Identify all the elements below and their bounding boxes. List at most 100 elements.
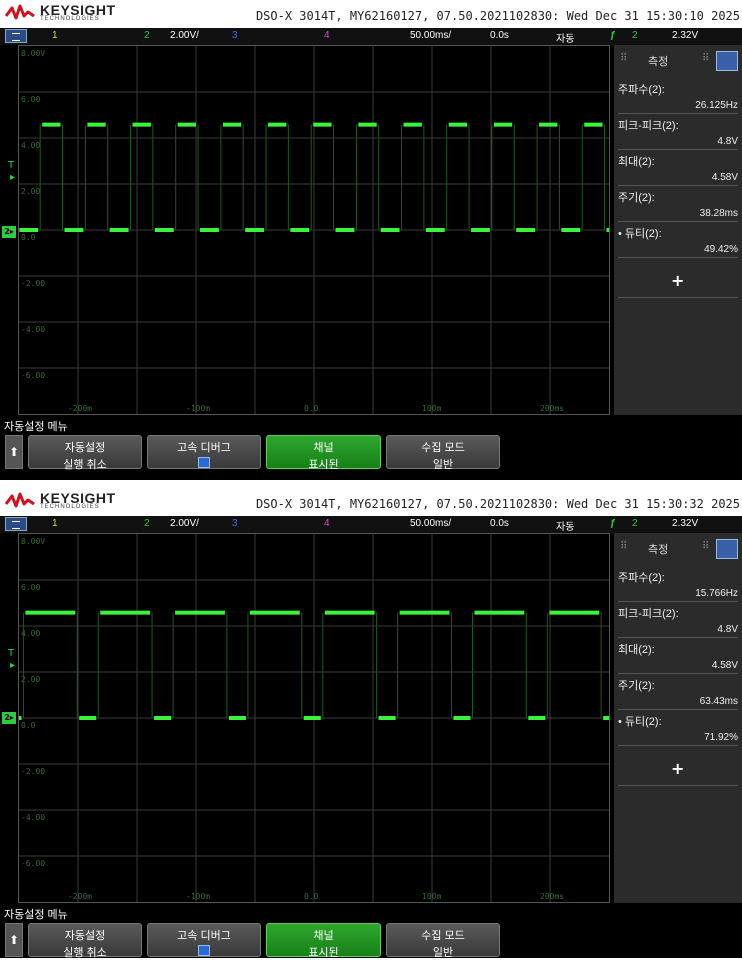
divider [618,257,738,258]
x-tick-label: 200ms [540,892,564,901]
measurement-duty[interactable]: • 듀티(2): 49.42% [618,225,738,255]
measure-value: 15.766Hz [695,588,738,599]
divider [618,185,738,186]
add-measurement-icon[interactable]: + [671,271,684,290]
measurement-maximum[interactable]: 최대(2): 4.58V [618,153,738,183]
x-tick-label: 100m [422,404,441,413]
channel-3-label[interactable]: 3 [232,518,238,529]
softkey-line1: 고속 디버그 [177,442,231,454]
y-tick-label: 2.00 [21,187,40,196]
softkey-bar: 자동설정 메뉴 ⬆ 자동설정 실행 취소 고속 디버그 채널 표시된 수집 모드… [0,415,742,480]
menu-back-button[interactable]: ⬆ [5,923,23,957]
measurement-frequency[interactable]: 주파수(2): 15.766Hz [618,569,738,599]
softkey-bar: 자동설정 메뉴 ⬆ 자동설정 실행 취소 고속 디버그 채널 표시된 수집 모드… [0,903,742,959]
measurement-period[interactable]: 주기(2): 38.28ms [618,189,738,219]
acquisition-mode-button[interactable]: 수집 모드 일반 [386,923,500,959]
trigger-level-marker: T [8,160,15,171]
trigger-level: 2.32V [672,518,699,529]
menu-back-button[interactable]: ⬆ [5,435,23,469]
main-menu-icon[interactable] [5,517,27,531]
trigger-mode: 자동 [556,522,575,533]
divider [618,785,738,786]
x-tick-label: 200ms [540,404,564,413]
fast-debug-button[interactable]: 고속 디버그 [147,923,261,957]
measurement-panel: ⠿ 측정 ⠿ 주파수(2): 26.125Hz 피크-피크(2): 4.8V 최… [614,45,742,415]
waveform-grid[interactable]: 8.00V 6.00 4.00 2.00 0.0 -2.00 -4.00 -6.00 -200m… [18,533,610,903]
divider [618,149,738,150]
channel-3-label[interactable]: 3 [232,30,238,41]
measurement-maximum[interactable]: 최대(2): 4.58V [618,641,738,671]
divider [618,601,738,602]
measurement-frequency[interactable]: 주파수(2): 26.125Hz [618,81,738,111]
measurement-peak-to-peak[interactable]: 피크-피크(2): 4.8V [618,117,738,147]
status-bar: 1 2 2.00V/ 3 4 50.00ms/ 0.0s 자동 ƒ 2 2.32… [0,516,742,533]
channel-4-label[interactable]: 4 [324,518,330,529]
x-tick-label: -100m [186,892,210,901]
panel-drag-icon-2[interactable]: ⠿ [702,541,709,552]
panel-drag-icon[interactable]: ⠿ [620,53,627,64]
y-tick-label: 0.0 [21,233,36,242]
y-tick-label: 4.00 [21,141,40,150]
channel-1-label[interactable]: 1 [52,30,58,41]
timebase-value: 50.00ms/ [410,518,452,529]
channels-displayed-button[interactable]: 채널 표시된 [266,435,381,471]
brand-subtitle: TECHNOLOGIES [40,16,100,22]
y-tick-label: 6.00 [21,583,40,592]
undo-autoscale-button[interactable]: 자동설정 실행 취소 [28,923,142,959]
channel-1-label[interactable]: 1 [52,518,58,529]
channel-4-label[interactable]: 4 [324,30,330,41]
y-tick-label: 0.0 [21,721,36,730]
header-bar: KEYSIGHT TECHNOLOGIES DSO-X 3014T, MY621… [0,488,742,516]
softkey-line1: 수집 모드 [421,442,465,454]
waveform-svg: 8.00V 6.00 4.00 2.00 0.0 -2.00 -4.00 -6.00 -200m… [19,534,609,902]
y-tick-label: 8.00V [21,49,45,58]
channel-2-ground-marker[interactable]: 2▸ [2,226,16,238]
measurement-period[interactable]: 주기(2): 63.43ms [618,677,738,707]
trigger-level: 2.32V [672,30,699,41]
x-tick-label: 100m [422,892,441,901]
softkey-line1: 고속 디버그 [177,930,231,942]
y-tick-label: -2.00 [21,279,45,288]
measure-value: 4.8V [717,136,738,147]
panel-drag-icon[interactable]: ⠿ [620,541,627,552]
checkbox-icon [198,457,210,468]
channels-displayed-button[interactable]: 채널 표시된 [266,923,381,959]
x-tick-label: -200m [68,892,92,901]
x-tick-label: -200m [68,404,92,413]
device-info: DSO-X 3014T, MY62160127, 07.50.202110283… [255,497,740,511]
softkey-line2: 표시된 [308,459,339,471]
timebase-value: 50.00ms/ [410,30,452,41]
measurement-menu-icon[interactable] [716,539,738,559]
measurement-menu-icon[interactable] [716,51,738,71]
divider [618,113,738,114]
trigger-arrow-icon: ▸ [10,172,16,183]
waveform-grid[interactable]: 8.00V 6.00 4.00 2.00 0.0 -2.00 -4.00 -6.00 -200m… [18,45,610,415]
measurement-duty[interactable]: • 듀티(2): 71.92% [618,713,738,743]
channel-2-ground-marker[interactable]: 2▸ [2,712,16,724]
measure-label: 피크-피크(2): [618,120,679,132]
y-tick-label: 6.00 [21,95,40,104]
divider [618,637,738,638]
measure-value: 4.58V [711,660,738,671]
x-tick-label: 0.0 [304,892,319,901]
waveform-svg: 8.00V 6.00 4.00 2.00 0.0 -2.00 -4.00 -6.00 -200m… [19,46,609,414]
divider [618,297,738,298]
y-tick-label: 4.00 [21,629,40,638]
channel-2-label[interactable]: 2 [144,518,150,529]
measure-label: 주기(2): [618,680,655,692]
trigger-channel: 2 [632,518,638,529]
y-tick-label: 2.00 [21,675,40,684]
measurement-peak-to-peak[interactable]: 피크-피크(2): 4.8V [618,605,738,635]
channel-2-scale: 2.00V/ [170,518,199,529]
measure-label: • 듀티(2): [618,716,662,728]
acquisition-mode-button[interactable]: 수집 모드 일반 [386,435,500,471]
fast-debug-button[interactable]: 고속 디버그 [147,435,261,469]
panel-drag-icon-2[interactable]: ⠿ [702,53,709,64]
y-tick-label: -4.00 [21,813,45,822]
undo-autoscale-button[interactable]: 자동설정 실행 취소 [28,435,142,471]
measure-label: 피크-피크(2): [618,608,679,620]
add-measurement-icon[interactable]: + [671,759,684,778]
main-menu-icon[interactable] [5,29,27,43]
channel-2-label[interactable]: 2 [144,30,150,41]
measure-label: 최대(2): [618,156,655,168]
